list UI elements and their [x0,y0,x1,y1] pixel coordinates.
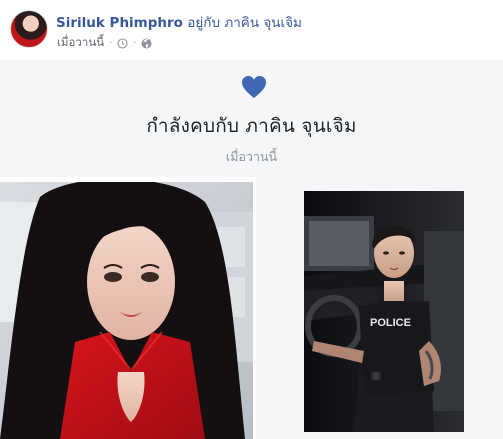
globe-icon[interactable] [141,38,152,49]
post-header-line: Siriluk Phimphro อยู่กับ ภาคิน จุนเจิม [56,11,302,33]
photo-right-frame: POLICE [256,177,503,439]
vest-police-text: POLICE [370,317,411,329]
clock-icon [117,37,128,49]
heart-icon [241,75,267,99]
man-in-car-police-vest-photo[interactable]: POLICE [304,191,464,432]
tagged-with-link[interactable]: อยู่กับ ภาคิน จุนเจิม [187,15,302,31]
photo-grid: POLICE [0,177,503,439]
post-timestamp[interactable]: เมื่อวานนี้ [57,34,104,52]
woman-in-red-dress-photo[interactable] [0,182,253,439]
meta-separator: · [109,37,113,49]
meta-separator-2: · [133,37,137,49]
post-meta: เมื่อวานนี้ · · [57,34,152,52]
life-event-card: กำลังคบกับ ภาคิน จุนเจิม เมื่อวานนี้ [0,60,503,177]
life-event-title: กำลังคบกับ ภาคิน จุนเจิม [146,115,357,137]
post-header: Siriluk Phimphro อยู่กับ ภาคิน จุนเจิม เ… [0,0,503,60]
author-name-link[interactable]: Siriluk Phimphro [56,15,183,31]
author-avatar[interactable] [10,10,48,48]
life-event-time[interactable]: เมื่อวานนี้ [0,147,503,167]
